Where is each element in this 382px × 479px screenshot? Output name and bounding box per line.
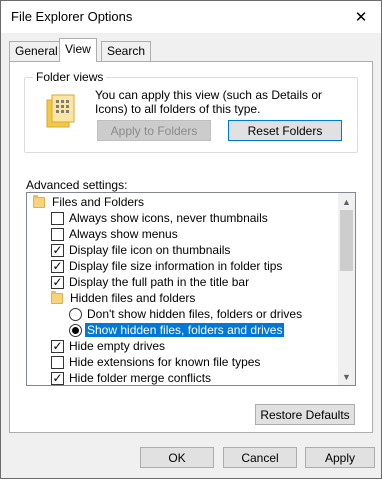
option-show-hidden[interactable]: Show hidden files, folders and drives: [69, 322, 286, 338]
list-item: Don't show hidden files, folders or driv…: [87, 307, 303, 321]
checkbox[interactable]: [51, 211, 64, 225]
folder-views-icon: [46, 94, 75, 128]
checkmark-icon: ✓: [52, 259, 63, 273]
tab-view[interactable]: View: [59, 38, 97, 62]
option-always-show-icons[interactable]: Always show icons, never thumbnails: [51, 210, 268, 226]
list-item: Display file size information in folder …: [69, 259, 283, 273]
option-always-show-menus[interactable]: Always show menus: [51, 226, 178, 242]
tab-general[interactable]: General: [9, 41, 64, 61]
scroll-thumb[interactable]: [340, 210, 353, 271]
folder-icon: [51, 290, 63, 304]
restore-defaults-button[interactable]: Restore Defaults: [255, 404, 355, 425]
vertical-scrollbar[interactable]: ▲ ▼: [338, 193, 355, 385]
list-item: Files and Folders: [52, 195, 145, 209]
option-display-full-path[interactable]: ✓ Display the full path in the title bar: [51, 274, 249, 290]
list-item: Hidden files and folders: [70, 291, 196, 305]
ok-button[interactable]: OK: [140, 447, 214, 468]
tree-folder-files-and-folders: Files and Folders: [33, 194, 144, 210]
checkbox[interactable]: ✓: [51, 339, 64, 353]
option-hide-extensions[interactable]: Hide extensions for known file types: [51, 354, 260, 370]
advanced-settings-list[interactable]: Files and Folders Always show icons, nev…: [26, 192, 356, 386]
list-item: Always show icons, never thumbnails: [69, 211, 268, 225]
radio-button[interactable]: [69, 323, 82, 337]
checkbox[interactable]: [51, 227, 64, 241]
checkmark-icon: ✓: [52, 275, 63, 289]
option-hide-merge-conflicts[interactable]: ✓ Hide folder merge conflicts: [51, 370, 212, 385]
checkbox[interactable]: ✓: [51, 243, 64, 257]
list-item: Show hidden files, folders and drives: [83, 322, 286, 338]
cancel-button[interactable]: Cancel: [223, 447, 297, 468]
tab-search[interactable]: Search: [101, 41, 152, 61]
option-display-file-size[interactable]: ✓ Display file size information in folde…: [51, 258, 282, 274]
radio-button[interactable]: [69, 307, 82, 321]
list-item: Display file icon on thumbnails: [69, 243, 231, 257]
list-item: Hide extensions for known file types: [69, 355, 261, 369]
scroll-down-arrow-icon[interactable]: ▼: [338, 368, 355, 385]
title-bar[interactable]: File Explorer Options ✕: [1, 1, 381, 33]
apply-to-folders-button[interactable]: Apply to Folders: [97, 120, 211, 141]
list-item: Display the full path in the title bar: [69, 275, 250, 289]
option-display-file-icon[interactable]: ✓ Display file icon on thumbnails: [51, 242, 230, 258]
folder-views-description: You can apply this view (such as Details…: [95, 88, 323, 116]
apply-button[interactable]: Apply: [305, 447, 375, 468]
checkbox[interactable]: ✓: [51, 275, 64, 289]
checkmark-icon: ✓: [52, 339, 63, 353]
list-item: Hide empty drives: [69, 339, 166, 353]
checkmark-icon: ✓: [52, 243, 63, 257]
list-item: Always show menus: [69, 227, 178, 241]
checkmark-icon: ✓: [52, 371, 63, 385]
close-button[interactable]: ✕: [341, 1, 381, 33]
checkbox[interactable]: ✓: [51, 371, 64, 385]
reset-folders-button[interactable]: Reset Folders: [228, 120, 342, 141]
checkbox[interactable]: ✓: [51, 259, 64, 273]
dialog-title: File Explorer Options: [11, 9, 133, 24]
tree-folder-hidden-files: Hidden files and folders: [51, 290, 195, 306]
advanced-settings-label: Advanced settings:: [26, 178, 128, 192]
radio-dot-icon: [72, 326, 79, 334]
dialog-window: File Explorer Options ✕ General View Sea…: [0, 0, 382, 479]
option-hide-empty-drives[interactable]: ✓ Hide empty drives: [51, 338, 165, 354]
folder-icon: [33, 194, 45, 208]
folder-views-legend: Folder views: [33, 70, 107, 84]
close-icon: ✕: [354, 9, 368, 26]
scroll-up-arrow-icon[interactable]: ▲: [338, 193, 355, 210]
list-item: Hide folder merge conflicts: [69, 371, 212, 385]
checkbox[interactable]: [51, 355, 64, 369]
option-dont-show-hidden[interactable]: Don't show hidden files, folders or driv…: [69, 306, 302, 322]
